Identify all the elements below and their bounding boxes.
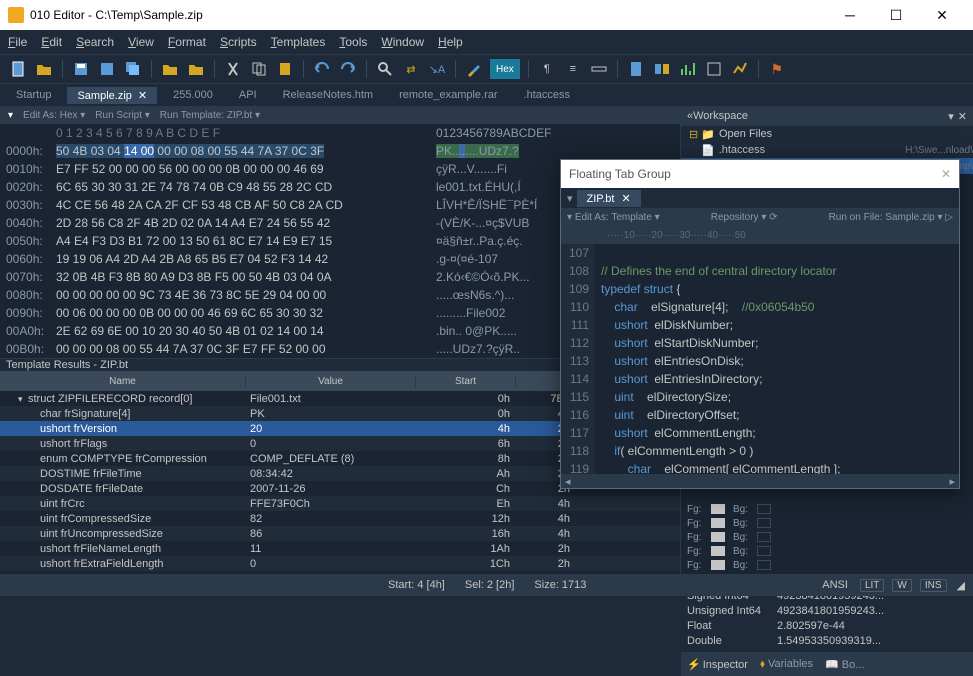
menu-search[interactable]: Search xyxy=(76,35,114,49)
menu-window[interactable]: Window xyxy=(381,35,424,49)
file-tab[interactable]: remote_example.rar xyxy=(389,87,507,103)
goto-icon[interactable]: ↘A xyxy=(427,59,447,79)
toolbar: ⇄ ↘A Hex ¶ ≡ ⚑ xyxy=(0,54,973,84)
ruler: ·····10·····20·····30·····40·····50 xyxy=(561,226,959,244)
para-icon[interactable]: ¶ xyxy=(537,59,557,79)
inspector-tabs: ⚡Inspector ⬧ Variables 📖 Bo... xyxy=(681,652,973,676)
col-start[interactable]: Start xyxy=(416,376,516,387)
new-icon[interactable] xyxy=(8,59,28,79)
redo-icon[interactable] xyxy=(338,59,358,79)
status-start: Start: 4 [4h] xyxy=(388,579,445,591)
menu-file[interactable]: File xyxy=(8,35,27,49)
chevron-icon[interactable]: ▾ xyxy=(567,192,573,205)
resize-grip-icon[interactable]: ◢ xyxy=(957,579,965,592)
compare-icon[interactable] xyxy=(652,59,672,79)
folder-icon[interactable]: ⊟ 📁 xyxy=(689,128,715,141)
scrollbar[interactable]: ◂ ▸ xyxy=(561,474,959,488)
title-bar: 010 Editor - C:\Temp\Sample.zip ─ ☐ ✕ xyxy=(0,0,973,30)
close-panel-icon[interactable]: ✕ xyxy=(958,110,967,123)
menu-edit[interactable]: Edit xyxy=(41,35,62,49)
menu-templates[interactable]: Templates xyxy=(271,35,326,49)
tab-variables[interactable]: ⬧ Variables xyxy=(760,658,813,671)
floating-tab-group[interactable]: Floating Tab Group ✕ ▾ ZIP.bt ✕ ▾ Edit A… xyxy=(560,159,960,489)
edit-as-dropdown[interactable]: Edit As: Hex ▾ xyxy=(23,110,85,121)
paste-icon[interactable] xyxy=(275,59,295,79)
table-row[interactable]: ushort frExtraFieldLength01Ch2h xyxy=(0,556,680,571)
hex-header: ▾ Edit As: Hex ▾ Run Script ▾ Run Templa… xyxy=(0,106,680,124)
ruler-icon[interactable] xyxy=(589,59,609,79)
close-button[interactable]: ✕ xyxy=(919,0,965,30)
inspector-values: Signed Int644923841801959243...Unsigned … xyxy=(681,588,973,652)
app-icon xyxy=(8,7,24,23)
checksum-icon[interactable] xyxy=(704,59,724,79)
floating-close-icon[interactable]: ✕ xyxy=(941,167,951,181)
hex-ascii-header: 0123456789ABCDEF xyxy=(436,124,636,142)
table-row[interactable]: uint frUncompressedSize8616h4h xyxy=(0,526,680,541)
brush-icon[interactable] xyxy=(464,59,484,79)
menu-bar: File Edit Search View Format Scripts Templates… xyxy=(0,30,973,54)
float-run-on[interactable]: Run on File: Sample.zip ▾ ▷ xyxy=(829,212,953,223)
status-w[interactable]: W xyxy=(892,579,911,592)
run-script-dropdown[interactable]: Run Script ▾ xyxy=(95,110,149,121)
folder-icon[interactable] xyxy=(160,59,180,79)
file-tab[interactable]: ReleaseNotes.htm xyxy=(273,87,384,103)
status-ansi[interactable]: ANSI xyxy=(822,579,848,591)
col-value[interactable]: Value xyxy=(246,376,416,387)
chart-icon[interactable] xyxy=(730,59,750,79)
file-tab[interactable]: .htaccess xyxy=(514,87,580,103)
status-sel: Sel: 2 [2h] xyxy=(465,579,515,591)
float-edit-as[interactable]: Edit As: Template ▾ xyxy=(575,212,660,223)
tab-inspector[interactable]: ⚡Inspector xyxy=(687,658,748,671)
file-tab[interactable]: 255.000 xyxy=(163,87,223,103)
maximize-button[interactable]: ☐ xyxy=(873,0,919,30)
file-tab[interactable]: API xyxy=(229,87,267,103)
calc-icon[interactable] xyxy=(626,59,646,79)
float-repo[interactable]: Repository ▾ ⟳ xyxy=(711,212,778,223)
floating-header: ▾ Edit As: Template ▾ Repository ▾ ⟳ Run… xyxy=(561,208,959,226)
hex-col-header: 0 1 2 3 4 5 6 7 8 9 A B C D E F xyxy=(56,124,436,142)
tab-bookmarks[interactable]: 📖 Bo... xyxy=(825,658,864,671)
status-bar: Start: 4 [4h] Sel: 2 [2h] Size: 1713 ANS… xyxy=(0,574,973,596)
open-files-label: Open Files xyxy=(719,128,772,140)
floating-title: Floating Tab Group xyxy=(569,167,941,181)
hist-icon[interactable] xyxy=(678,59,698,79)
table-row[interactable]: uint frCrcFFE73F0ChEh4h xyxy=(0,496,680,511)
find-icon[interactable] xyxy=(375,59,395,79)
minimize-button[interactable]: ─ xyxy=(827,0,873,30)
hex-mode-button[interactable]: Hex xyxy=(490,59,520,79)
run-template-dropdown[interactable]: Run Template: ZIP.bt ▾ xyxy=(160,110,260,121)
menu-scripts[interactable]: Scripts xyxy=(220,35,257,49)
menu-view[interactable]: View xyxy=(128,35,154,49)
wrap-icon[interactable]: ≡ xyxy=(563,59,583,79)
bookmark-icon[interactable]: ⚑ xyxy=(767,59,787,79)
workspace-file[interactable]: 📄.htaccessH:\Swe...nload\ xyxy=(681,142,973,158)
undo-icon[interactable] xyxy=(312,59,332,79)
save-all-icon[interactable] xyxy=(123,59,143,79)
file-tabs: Startup Sample.zip✕ 255.000 API ReleaseNotes… xyxy=(0,84,973,106)
save-icon[interactable] xyxy=(71,59,91,79)
window-title: 010 Editor - C:\Temp\Sample.zip xyxy=(30,8,827,22)
cut-icon[interactable] xyxy=(223,59,243,79)
col-name[interactable]: Name xyxy=(0,376,246,387)
save-as-icon[interactable] xyxy=(97,59,117,79)
status-ins[interactable]: INS xyxy=(920,579,947,592)
replace-icon[interactable]: ⇄ xyxy=(401,59,421,79)
table-row[interactable]: uint frCompressedSize8212h4h xyxy=(0,511,680,526)
status-lit[interactable]: LIT xyxy=(860,579,884,592)
code-editor[interactable]: 107108// Defines the end of central dire… xyxy=(561,244,959,474)
open-icon[interactable] xyxy=(34,59,54,79)
menu-format[interactable]: Format xyxy=(168,35,206,49)
floating-titlebar[interactable]: Floating Tab Group ✕ xyxy=(561,160,959,188)
menu-help[interactable]: Help xyxy=(438,35,463,49)
folder2-icon[interactable] xyxy=(186,59,206,79)
file-tab[interactable]: Sample.zip✕ xyxy=(67,87,157,104)
file-tab[interactable]: Startup xyxy=(6,87,61,103)
pin-icon[interactable]: ▾ xyxy=(948,110,954,123)
table-row[interactable]: ushort frFileNameLength111Ah2h xyxy=(0,541,680,556)
menu-tools[interactable]: Tools xyxy=(339,35,367,49)
copy-icon[interactable] xyxy=(249,59,269,79)
tab-zipbt[interactable]: ZIP.bt ✕ xyxy=(577,190,641,207)
workspace-title: Workspace xyxy=(693,110,948,122)
status-size: Size: 1713 xyxy=(534,579,586,591)
